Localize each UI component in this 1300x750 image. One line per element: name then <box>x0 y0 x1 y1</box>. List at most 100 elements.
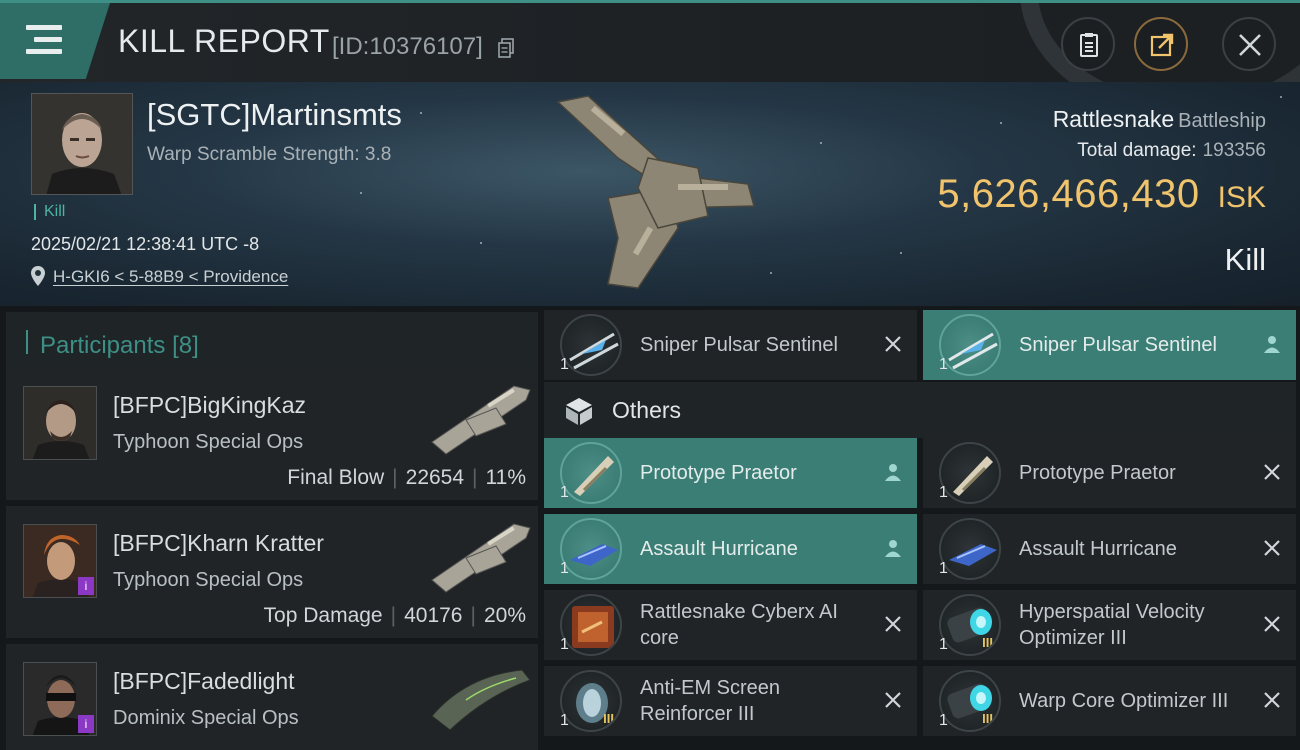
isk-line: 5,626,466,430 ISK <box>937 172 1266 217</box>
location-pin-icon <box>31 266 45 286</box>
clipboard-button[interactable] <box>1061 17 1115 71</box>
victim-panel: [SGTC]Martinsmts Warp Scramble Strength:… <box>0 82 1300 306</box>
total-damage: Total damage: 193356 <box>1077 140 1266 162</box>
item-name: Assault Hurricane <box>640 538 798 560</box>
clipboard-icon <box>1080 33 1098 57</box>
item-slot[interactable]: 1 Assault Hurricane <box>923 514 1296 584</box>
participant-row[interactable]: i [BFPC]Fadedlight Dominix Special Ops <box>6 644 538 750</box>
pilot-icon <box>885 464 901 481</box>
x-icon <box>1264 464 1280 480</box>
kill-datetime: 2025/02/21 12:38:41 UTC -8 <box>31 234 260 254</box>
page-title: KILL REPORT <box>118 23 330 59</box>
item-quantity: 1 <box>560 560 569 577</box>
item-quantity: 1 <box>939 560 948 577</box>
x-icon <box>1264 692 1280 708</box>
participant-name[interactable]: [BFPC]Fadedlight <box>113 668 295 695</box>
participant-row[interactable]: [BFPC]BigKingKaz Typhoon Special Ops Fin… <box>6 368 538 500</box>
item-slot[interactable]: 1 Prototype Praetor <box>544 438 917 508</box>
avatar[interactable] <box>23 386 97 460</box>
drone-icon <box>939 442 1001 504</box>
ai-core-icon <box>560 594 622 656</box>
pilot-icon <box>1264 336 1280 353</box>
participant-damage: 22654 <box>405 466 465 489</box>
participant-ship: Typhoon Special Ops <box>113 431 304 453</box>
item-quantity: 1 <box>939 484 948 501</box>
warp-scramble-strength: Warp Scramble Strength: 3.8 <box>147 144 392 165</box>
item-quantity: 1 <box>560 636 569 653</box>
drone-icon <box>939 314 1001 376</box>
item-slot[interactable]: 1 Prototype Praetor <box>923 438 1296 508</box>
victim-name[interactable]: [SGTC]Martinsmts <box>147 97 402 133</box>
item-quantity: 1 <box>560 712 569 729</box>
participant-ship: Typhoon Special Ops <box>113 569 304 591</box>
participants-count: [8] <box>172 332 199 359</box>
item-slot[interactable]: 1 Assault Hurricane <box>544 514 917 584</box>
participants-header: Participants [8] <box>6 312 538 372</box>
participant-tag: Final Blow <box>287 466 385 489</box>
victim-portrait[interactable] <box>31 93 133 195</box>
item-quantity: 1 <box>939 636 948 653</box>
participant-ship: Dominix Special Ops <box>113 707 299 729</box>
drone-icon <box>939 518 1001 580</box>
item-slot[interactable]: 1 Sniper Pulsar Sentinel <box>923 310 1296 380</box>
participant-row[interactable]: i [BFPC]Kharn Kratter Typhoon Special Op… <box>6 506 538 638</box>
participants-panel: Participants [8] [BFPC]BigKingKaz Typhoo… <box>0 306 540 750</box>
item-slot[interactable]: III 1 Warp Core Optimizer III <box>923 666 1296 736</box>
item-slot[interactable]: 1 Sniper Pulsar Sentinel <box>544 310 917 380</box>
item-name: Prototype Praetor <box>1019 462 1176 484</box>
participant-damage: 40176 <box>404 604 463 627</box>
result-label: Kill <box>1224 242 1266 277</box>
shield-module-icon: III <box>560 670 622 732</box>
item-name: Warp Core Optimizer III <box>1019 690 1229 712</box>
participant-ship-image <box>431 523 531 593</box>
info-badge: i <box>78 715 94 733</box>
victim-ship-class: Battleship <box>1178 110 1266 132</box>
item-name: Hyperspatial Velocity Optimizer III <box>1019 601 1205 649</box>
item-slot[interactable]: III 1 Hyperspatial Velocity Optimizer II… <box>923 590 1296 660</box>
close-icon <box>1239 34 1261 56</box>
participants-title-text: Participants <box>40 332 166 359</box>
item-name: Prototype Praetor <box>640 462 797 484</box>
avatar[interactable]: i <box>23 524 97 598</box>
top-bar: KILL REPORT [ID:10376107] <box>0 0 1300 85</box>
copy-icon[interactable] <box>498 38 514 58</box>
item-name: Sniper Pulsar Sentinel <box>640 334 838 356</box>
avatar[interactable]: i <box>23 662 97 736</box>
menu-button[interactable] <box>0 3 110 79</box>
victim-avatar-image <box>32 94 132 194</box>
participant-ship-image <box>431 669 531 731</box>
x-icon <box>1264 616 1280 632</box>
item-name: Assault Hurricane <box>1019 538 1177 560</box>
total-damage-label: Total damage: <box>1077 140 1197 161</box>
participant-ship-image <box>431 385 531 455</box>
others-title: Others <box>612 397 682 423</box>
share-icon <box>1150 33 1174 57</box>
participant-damage-pct: 20% <box>483 604 526 627</box>
participant-tag: Top Damage <box>263 604 383 627</box>
participant-name[interactable]: [BFPC]BigKingKaz <box>113 392 306 419</box>
victim-ship-name[interactable]: Rattlesnake <box>1053 106 1174 132</box>
total-damage-value: 193356 <box>1202 140 1266 161</box>
optimizer-module-icon: III <box>939 670 1001 732</box>
location-link[interactable]: H-GKI6 < 5-88B9 < Providence <box>53 267 288 287</box>
victim-ship-image[interactable] <box>548 88 768 298</box>
item-slot[interactable]: 1 Rattlesnake Cyberx AI core <box>544 590 917 660</box>
participants-title: Participants [8] <box>40 332 199 360</box>
participant-name[interactable]: [BFPC]Kharn Kratter <box>113 530 324 557</box>
participant-stats: Top Damage | 40176 | 20% <box>263 604 526 627</box>
items-panel: 1 Sniper Pulsar Sentinel 1 Sniper Pulsar… <box>540 306 1300 750</box>
info-badge: i <box>78 577 94 595</box>
kill-tag: Kill <box>34 204 65 220</box>
x-icon <box>1264 540 1280 556</box>
close-button[interactable] <box>1222 17 1276 71</box>
item-quantity: 1 <box>560 484 569 501</box>
menu-icon <box>26 25 62 55</box>
item-slot[interactable]: III 1 Anti-EM Screen Reinforcer III <box>544 666 917 736</box>
share-button[interactable] <box>1134 17 1188 71</box>
x-icon <box>885 336 901 352</box>
isk-unit: ISK <box>1217 181 1266 214</box>
tech-level-mark: III <box>982 635 993 650</box>
item-name: Sniper Pulsar Sentinel <box>1019 334 1217 356</box>
pilot-icon <box>885 540 901 557</box>
cube-icon <box>566 398 592 425</box>
